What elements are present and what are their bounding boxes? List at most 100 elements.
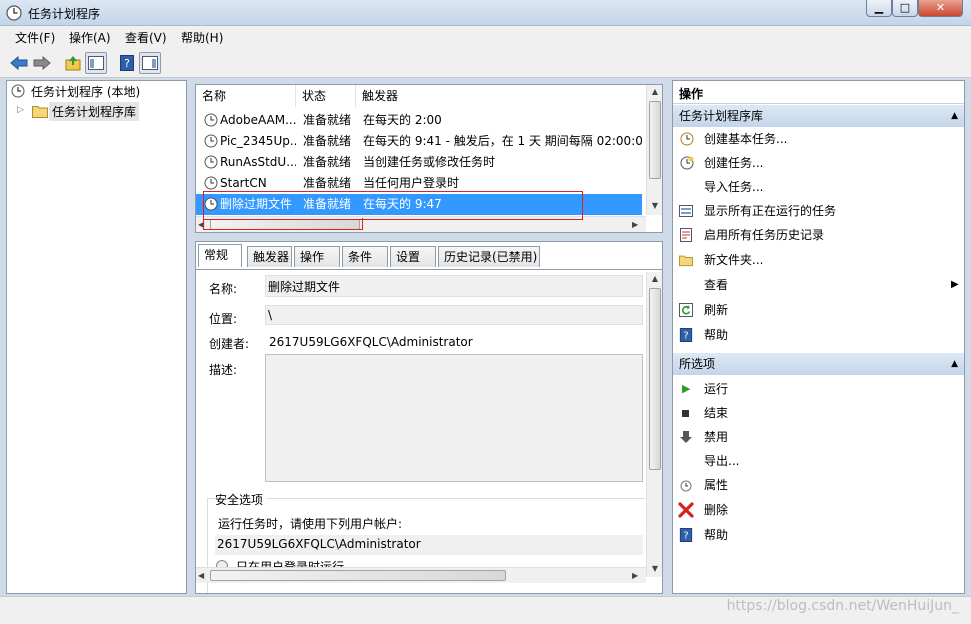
table-row[interactable]: Pic_2345Up... 准备就绪 在每天的 9:41 - 触发后，在 1 天… <box>196 131 643 152</box>
tab-history[interactable]: 历史记录(已禁用) <box>438 246 540 267</box>
show-tree-icon[interactable] <box>85 52 107 74</box>
task-trigger: 当创建任务或修改任务时 <box>363 155 496 169</box>
forward-arrow-icon[interactable] <box>31 52 53 74</box>
collapse-arrow-icon[interactable]: ▲ <box>951 353 958 375</box>
properties-icon <box>680 480 692 492</box>
clock-icon <box>11 84 25 98</box>
task-status: 准备就绪 <box>303 134 352 148</box>
tab-divider <box>196 269 662 270</box>
window-title: 任务计划程序 <box>28 7 101 21</box>
scroll-right-icon[interactable]: ▶ <box>632 220 638 229</box>
action-create-basic-task[interactable]: 创建基本任务... <box>673 127 964 151</box>
menu-file[interactable]: 文件(F) <box>15 29 55 46</box>
detail-hscrollbar[interactable]: ◀ ▶ <box>196 567 646 583</box>
column-header-name[interactable]: 名称 <box>196 85 296 107</box>
scroll-left-icon[interactable]: ◀ <box>198 571 204 580</box>
scroll-down-icon[interactable]: ▼ <box>647 201 662 210</box>
action-help[interactable]: ? 帮助 <box>673 323 964 347</box>
column-header-status[interactable]: 状态 <box>296 85 356 107</box>
task-clock-icon <box>204 155 218 169</box>
menu-bar: 文件(F) 操作(A) 查看(V) 帮助(H) <box>0 26 971 48</box>
menu-action[interactable]: 操作(A) <box>69 29 111 46</box>
tab-triggers[interactable]: 触发器 <box>247 246 292 267</box>
tab-conditions[interactable]: 条件 <box>342 246 388 267</box>
close-button[interactable]: ✕ <box>918 0 963 17</box>
scroll-thumb[interactable] <box>649 288 661 470</box>
action-export[interactable]: 导出... <box>673 449 964 473</box>
svg-text:?: ? <box>683 531 688 542</box>
action-show-running[interactable]: 显示所有正在运行的任务 <box>673 199 964 223</box>
create-basic-task-icon <box>680 132 694 146</box>
action-run[interactable]: ▶ 运行 <box>673 377 964 401</box>
section-selected-header[interactable]: 所选项 ▲ <box>673 353 964 375</box>
action-create-task[interactable]: 创建任务... <box>673 151 964 175</box>
submenu-arrow-icon: ▶ <box>951 279 959 290</box>
action-new-folder[interactable]: 新文件夹... <box>673 248 964 272</box>
running-tasks-icon <box>679 205 693 217</box>
action-label: 显示所有正在运行的任务 <box>704 204 837 218</box>
help-icon: ? <box>679 328 693 342</box>
detail-vscrollbar[interactable]: ▲ ▼ <box>646 272 662 577</box>
maximize-button[interactable]: □ <box>892 0 918 17</box>
table-row[interactable]: AdobeAAM... 准备就绪 在每天的 2:00 <box>196 110 642 131</box>
highlight-box <box>203 218 363 230</box>
action-delete[interactable]: 删除 <box>673 498 964 522</box>
task-list-vscrollbar[interactable]: ▲ ▼ <box>646 85 662 215</box>
disable-icon <box>680 431 692 443</box>
task-detail-pane: 常规 触发器 操作 条件 设置 历史记录(已禁用) 名称: 删除过期文件 位置:… <box>195 241 663 594</box>
action-properties[interactable]: 属性 <box>673 473 964 497</box>
menu-view[interactable]: 查看(V) <box>125 29 167 46</box>
task-status: 准备就绪 <box>303 113 352 127</box>
task-name: RunAsStdU... <box>220 155 296 169</box>
task-clock-icon <box>204 134 218 148</box>
tab-general[interactable]: 常规 <box>198 244 242 267</box>
table-row[interactable]: RunAsStdU... 准备就绪 当创建任务或修改任务时 <box>196 152 642 173</box>
tree-root-label[interactable]: 任务计划程序 (本地) <box>31 83 140 100</box>
console-tree: 任务计划程序 (本地) ▷ 任务计划程序库 <box>6 80 187 594</box>
help-icon[interactable]: ? <box>116 52 138 74</box>
action-help-selected[interactable]: ? 帮助 <box>673 523 964 547</box>
column-header-trigger[interactable]: 触发器 <box>356 85 648 107</box>
action-refresh[interactable]: 刷新 <box>673 298 964 322</box>
folder-icon <box>679 255 693 267</box>
action-label: 属性 <box>704 478 729 492</box>
task-status: 准备就绪 <box>303 155 352 169</box>
divider <box>673 103 964 104</box>
task-name: Pic_2345Up... <box>220 134 296 148</box>
section-library-header[interactable]: 任务计划程序库 ▲ <box>673 105 964 127</box>
task-name-field[interactable]: 删除过期文件 <box>265 275 643 297</box>
scroll-up-icon[interactable]: ▲ <box>647 87 662 96</box>
action-import-task[interactable]: 导入任务... <box>673 175 964 199</box>
actions-header: 操作 <box>679 87 704 101</box>
action-label: 启用所有任务历史记录 <box>704 228 825 242</box>
tree-item-library[interactable]: 任务计划程序库 <box>49 102 140 121</box>
back-arrow-icon[interactable] <box>8 52 30 74</box>
action-enable-history[interactable]: 启用所有任务历史记录 <box>673 223 964 247</box>
show-action-pane-icon[interactable] <box>139 52 161 74</box>
location-label: 位置: <box>209 312 238 326</box>
description-field[interactable] <box>265 354 643 482</box>
action-disable[interactable]: 禁用 <box>673 425 964 449</box>
action-label: 创建任务... <box>704 156 764 170</box>
tab-settings[interactable]: 设置 <box>390 246 436 267</box>
toolbar: ? <box>0 48 971 78</box>
action-view[interactable]: 查看 ▶ <box>673 273 964 297</box>
minimize-button[interactable]: ▁ <box>866 0 892 17</box>
name-label: 名称: <box>209 282 238 296</box>
author-value: 2617U59LG6XFQLC\Administrator <box>269 335 473 349</box>
up-folder-icon[interactable] <box>62 52 84 74</box>
action-end[interactable]: 结束 <box>673 401 964 425</box>
scroll-up-icon[interactable]: ▲ <box>647 274 662 283</box>
run-icon: ▶ <box>682 382 691 395</box>
scroll-thumb[interactable] <box>649 101 661 179</box>
menu-help[interactable]: 帮助(H) <box>181 29 223 46</box>
security-options-title: 安全选项 <box>215 491 268 508</box>
expand-triangle-icon[interactable]: ▷ <box>17 105 24 115</box>
scroll-right-icon[interactable]: ▶ <box>632 571 638 580</box>
location-field: \ <box>265 305 643 325</box>
author-label: 创建者: <box>209 337 250 351</box>
collapse-arrow-icon[interactable]: ▲ <box>951 105 958 127</box>
scroll-thumb[interactable] <box>210 570 506 581</box>
scroll-down-icon[interactable]: ▼ <box>647 564 662 573</box>
tab-actions[interactable]: 操作 <box>294 246 340 267</box>
